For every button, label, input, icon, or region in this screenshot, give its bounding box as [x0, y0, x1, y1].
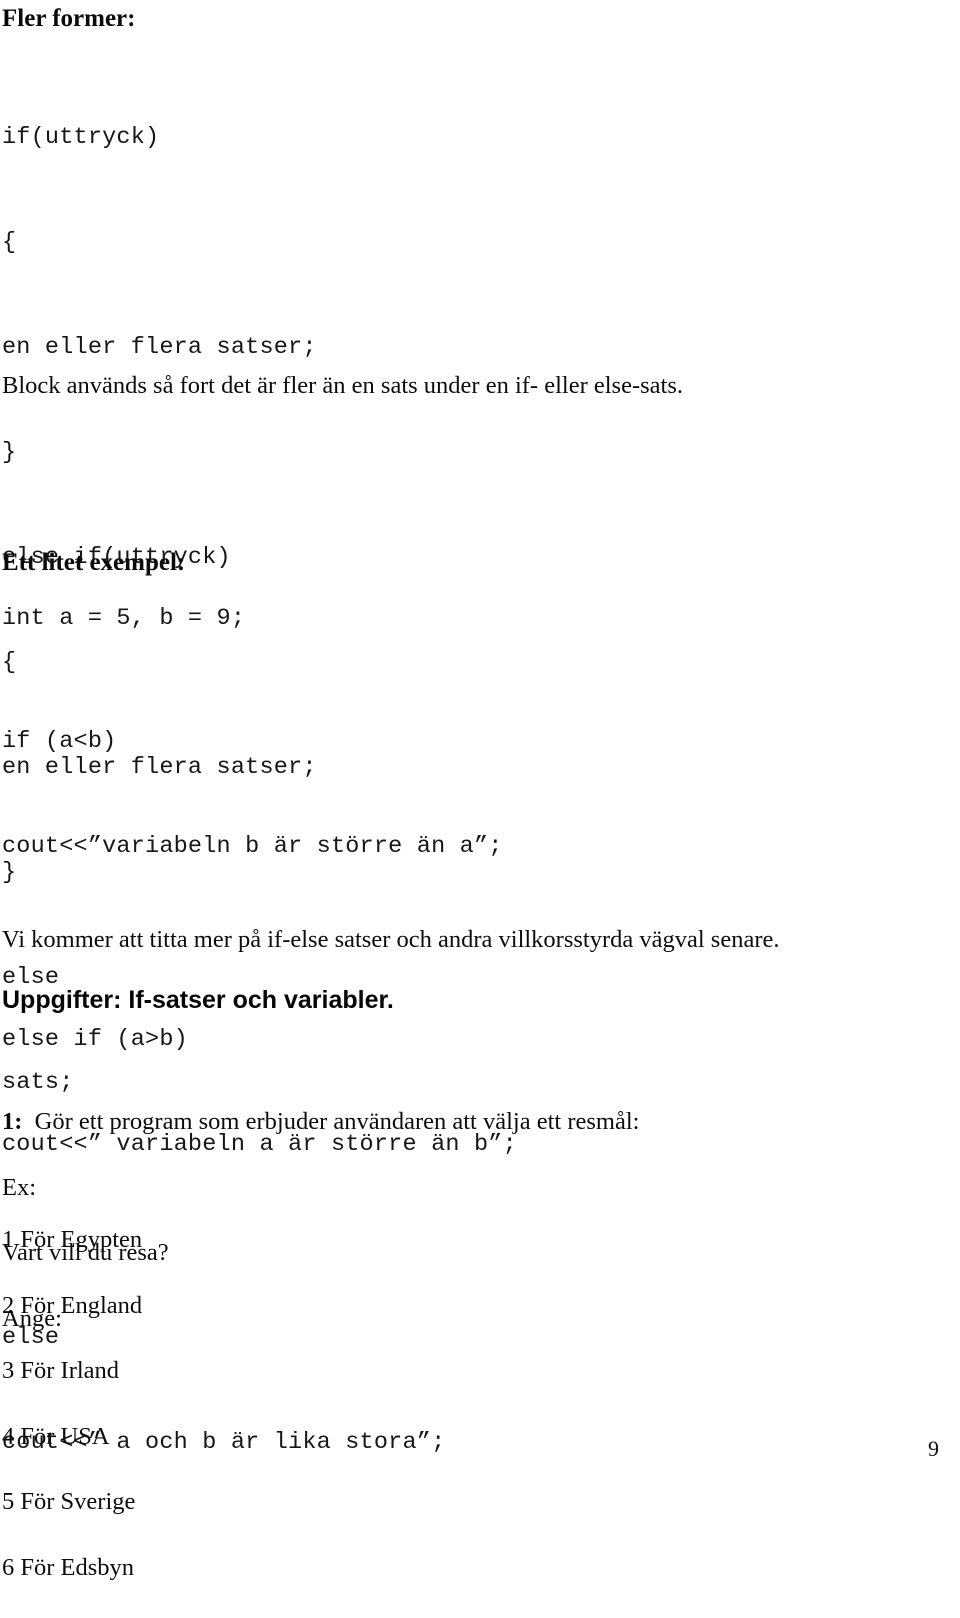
destination-list: 1 För Egypten 2 För England 3 För Irland…	[2, 1189, 142, 1618]
code-line-variable-declaration: int a = 5, b = 9;	[2, 605, 246, 632]
code-line: if (a<b)	[2, 728, 117, 755]
list-item: 4 För USA	[2, 1422, 110, 1450]
code-line: cout<<”variabeln b är större än a”;	[2, 833, 503, 860]
page-number: 9	[928, 1436, 939, 1461]
code-line: }	[2, 439, 17, 466]
paragraph-block-usage: Block används så fort det är fler än en …	[2, 372, 683, 399]
code-line: else if (a>b)	[2, 1026, 188, 1053]
paragraph-closing-note: Vi kommer att titta mer på if-else satse…	[2, 926, 780, 953]
list-item: 2 För England	[2, 1291, 143, 1319]
section-heading-ett-litet-exempel: Ett litet exempel:	[2, 549, 186, 576]
list-item: 5 För Sverige	[2, 1488, 136, 1515]
list-item: 3 För Irland	[2, 1357, 120, 1384]
code-line: en eller flera satser;	[2, 334, 317, 361]
task-number: 1:	[2, 1108, 23, 1135]
task-text: Gör ett program som erbjuder användaren …	[34, 1108, 640, 1135]
code-line: if(uttryck)	[2, 124, 160, 151]
code-line: {	[2, 229, 17, 256]
task-line-statement: 1: Gör ett program som erbjuder användar…	[2, 1107, 639, 1137]
section-heading-uppgifter: Uppgifter: If-satser och variabler.	[2, 986, 394, 1014]
list-item: 1 För Egypten	[2, 1226, 143, 1253]
document-page: Fler former: if(uttryck) { en eller fler…	[0, 0, 960, 1581]
section-heading-fler-former: Fler former:	[2, 5, 136, 32]
list-item: 6 För Edsbyn	[2, 1553, 135, 1581]
task-spacer	[22, 1108, 34, 1135]
